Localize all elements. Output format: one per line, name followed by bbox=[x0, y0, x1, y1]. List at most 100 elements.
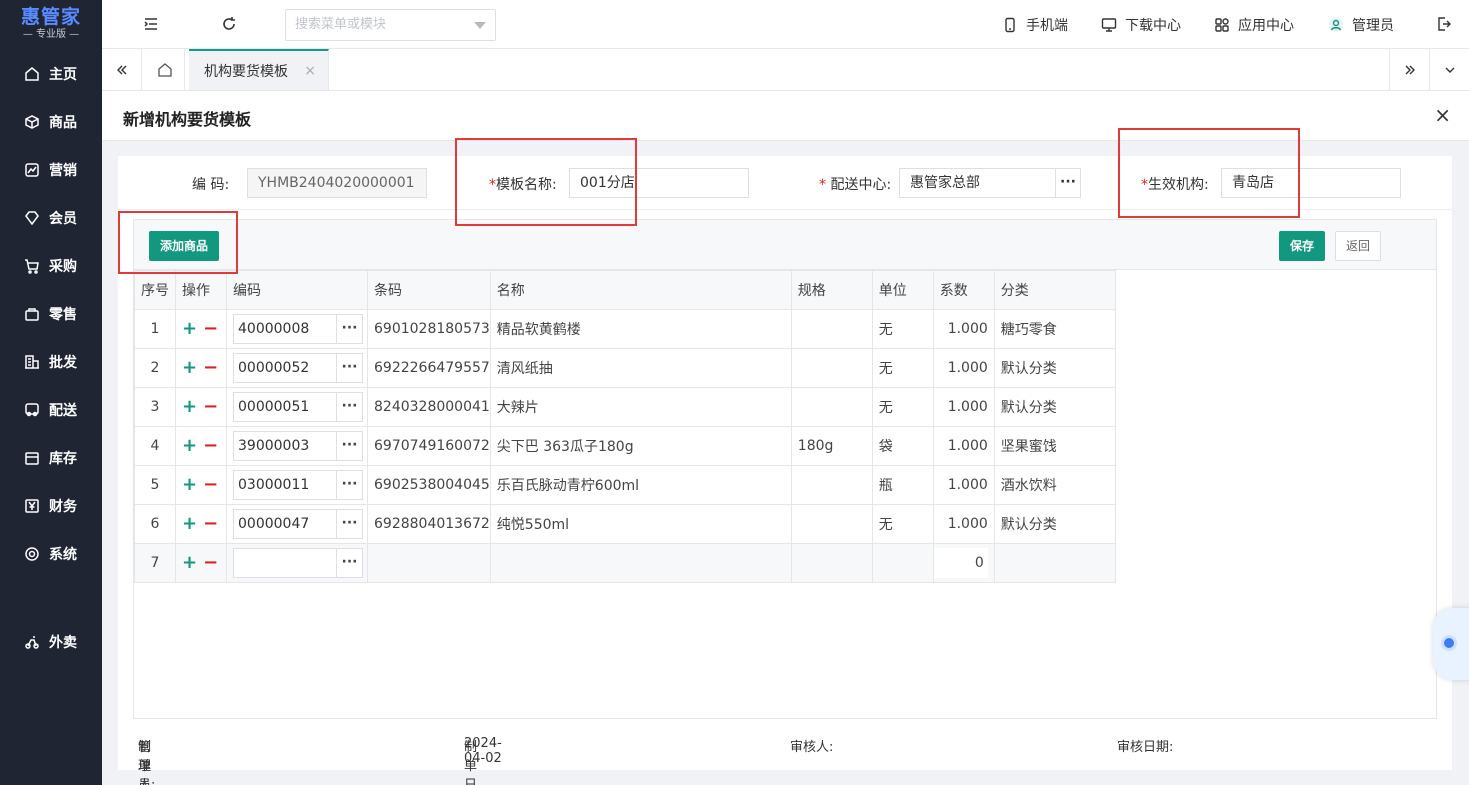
row-actions: + − bbox=[175, 465, 227, 505]
back-button[interactable]: 返回 bbox=[1335, 231, 1381, 261]
remove-row-icon[interactable]: − bbox=[203, 359, 218, 377]
goods-lookup-button[interactable]: ··· bbox=[336, 392, 363, 422]
diamond-icon bbox=[25, 211, 39, 226]
goods-code-input[interactable]: 39000003 bbox=[233, 431, 337, 461]
goods-code-input[interactable]: 00000051 bbox=[233, 392, 337, 422]
unit-cell: 袋 bbox=[871, 426, 934, 466]
goods-lookup-button[interactable]: ··· bbox=[336, 314, 363, 344]
col-header: 系数 bbox=[932, 270, 995, 310]
menu-toggle-icon[interactable] bbox=[143, 16, 159, 32]
logout-icon[interactable] bbox=[1436, 16, 1452, 32]
category-cell: 默认分类 bbox=[993, 504, 1116, 544]
chart-icon bbox=[25, 163, 39, 177]
monitor-icon bbox=[1101, 18, 1117, 32]
close-icon[interactable]: × bbox=[1434, 105, 1451, 125]
goods-lookup-button[interactable]: ··· bbox=[336, 548, 363, 578]
add-row-icon[interactable]: + bbox=[182, 320, 197, 338]
goods-lookup-button[interactable]: ··· bbox=[336, 353, 363, 383]
add-goods-button[interactable]: 添加商品 bbox=[149, 231, 219, 261]
goods-lookup-button[interactable]: ··· bbox=[336, 470, 363, 500]
refresh-icon[interactable] bbox=[221, 16, 237, 32]
name-cell: 尖下巴 363瓜子180g bbox=[489, 426, 792, 466]
coefficient-cell: 1.000 bbox=[932, 348, 995, 388]
name-cell: 乐百氏脉动青柠600ml bbox=[489, 465, 792, 505]
category-cell: 糖巧零食 bbox=[993, 309, 1116, 349]
goods-code-input[interactable]: 40000008 bbox=[233, 314, 337, 344]
dc-lookup-button[interactable]: ··· bbox=[1055, 168, 1081, 198]
close-icon[interactable]: × bbox=[304, 63, 316, 79]
sidebar-item-goods[interactable]: 商品 bbox=[0, 102, 102, 142]
code-label: 编 码: bbox=[192, 177, 230, 193]
sidebar-item-label: 营销 bbox=[49, 163, 77, 179]
mobile-link[interactable]: 手机端 bbox=[1002, 15, 1068, 35]
new-template-dialog: 新增机构要货模板 × 编 码: YHMB2404020000001 *模板名称:… bbox=[102, 91, 1469, 785]
goods-lookup-button[interactable]: ··· bbox=[336, 509, 363, 539]
add-row-icon[interactable]: + bbox=[182, 476, 197, 494]
goods-lookup-button[interactable]: ··· bbox=[336, 431, 363, 461]
audit-date-info: 审核日期: bbox=[1117, 740, 1174, 755]
coefficient-input[interactable]: 0 bbox=[934, 548, 988, 578]
tabs-scroll-left-button[interactable] bbox=[102, 49, 142, 90]
sidebar-item-delivery[interactable]: 配送 bbox=[0, 390, 102, 430]
dialog-header: 新增机构要货模板 × bbox=[102, 91, 1469, 141]
sidebar-item-label: 主页 bbox=[49, 67, 77, 83]
sidebar-item-finance[interactable]: 财务 bbox=[0, 486, 102, 526]
new-table-row: 7 + − ··· 0 bbox=[134, 543, 1116, 583]
sidebar-item-marketing[interactable]: 营销 bbox=[0, 150, 102, 190]
top-bar: 搜索菜单或模块 手机端 下载中心 应用中心 管理员 bbox=[102, 0, 1469, 49]
goods-code-input[interactable] bbox=[233, 548, 337, 578]
tab-org-order-template[interactable]: 机构要货模板 × bbox=[189, 49, 329, 90]
user-menu[interactable]: 管理员 bbox=[1328, 15, 1394, 35]
remove-row-icon[interactable]: − bbox=[203, 515, 218, 533]
remove-row-icon[interactable]: − bbox=[203, 320, 218, 338]
sidebar-item-label: 库存 bbox=[49, 451, 77, 467]
dc-label: * 配送中心: bbox=[819, 177, 892, 193]
goods-code-input[interactable]: 00000052 bbox=[233, 353, 337, 383]
add-row-icon[interactable]: + bbox=[182, 515, 197, 533]
effective-org-input[interactable]: 青岛店 bbox=[1221, 168, 1401, 198]
sidebar-item-inventory[interactable]: 库存 bbox=[0, 438, 102, 478]
code-field: YHMB2404020000001 bbox=[247, 168, 427, 198]
menu-search-select[interactable]: 搜索菜单或模块 bbox=[285, 9, 496, 41]
row-actions: + − bbox=[175, 426, 227, 466]
assistant-float-button[interactable] bbox=[1433, 608, 1469, 680]
goods-code-input[interactable]: 03000011 bbox=[233, 470, 337, 500]
download-label: 下载中心 bbox=[1125, 18, 1181, 34]
tabs-scroll-right-button[interactable] bbox=[1389, 49, 1429, 90]
tab-home[interactable] bbox=[145, 49, 185, 90]
distribution-center-input[interactable]: 惠管家总部 bbox=[899, 168, 1057, 198]
row-actions: + − bbox=[175, 387, 227, 427]
code-cell: 40000008 ··· bbox=[226, 309, 368, 349]
remove-row-icon[interactable]: − bbox=[203, 476, 218, 494]
tabs-menu-button[interactable] bbox=[1429, 49, 1469, 90]
unit-cell: 瓶 bbox=[871, 465, 934, 505]
remove-row-icon[interactable]: − bbox=[203, 554, 218, 572]
app-center-link[interactable]: 应用中心 bbox=[1214, 15, 1294, 35]
add-row-icon[interactable]: + bbox=[182, 359, 197, 377]
sidebar-item-home[interactable]: 主页 bbox=[0, 54, 102, 94]
sidebar-item-purchase[interactable]: 采购 bbox=[0, 246, 102, 286]
phone-icon bbox=[1005, 17, 1015, 33]
sidebar-item-wholesale[interactable]: 批发 bbox=[0, 342, 102, 382]
spec-cell bbox=[790, 504, 873, 544]
goods-code-input[interactable]: 00000047 bbox=[233, 509, 337, 539]
sidebar-item-label: 财务 bbox=[49, 499, 77, 515]
sidebar-item-retail[interactable]: 零售 bbox=[0, 294, 102, 334]
sidebar-item-label: 系统 bbox=[49, 547, 77, 563]
add-row-icon[interactable]: + bbox=[182, 437, 197, 455]
scooter-icon bbox=[25, 636, 39, 649]
download-center-link[interactable]: 下载中心 bbox=[1101, 15, 1181, 35]
add-row-icon[interactable]: + bbox=[182, 398, 197, 416]
sidebar-item-system[interactable]: 系统 bbox=[0, 534, 102, 574]
row-actions: + − bbox=[175, 504, 227, 544]
template-name-input[interactable]: 001分店 bbox=[569, 168, 749, 198]
sidebar-item-member[interactable]: 会员 bbox=[0, 198, 102, 238]
unit-cell: 无 bbox=[871, 348, 934, 388]
sidebar-item-takeout[interactable]: 外卖 bbox=[0, 622, 102, 662]
add-row-icon[interactable]: + bbox=[182, 554, 197, 572]
remove-row-icon[interactable]: − bbox=[203, 437, 218, 455]
bag-icon bbox=[25, 308, 39, 321]
save-button[interactable]: 保存 bbox=[1279, 231, 1325, 261]
remove-row-icon[interactable]: − bbox=[203, 398, 218, 416]
coefficient-cell: 0 bbox=[932, 543, 995, 583]
